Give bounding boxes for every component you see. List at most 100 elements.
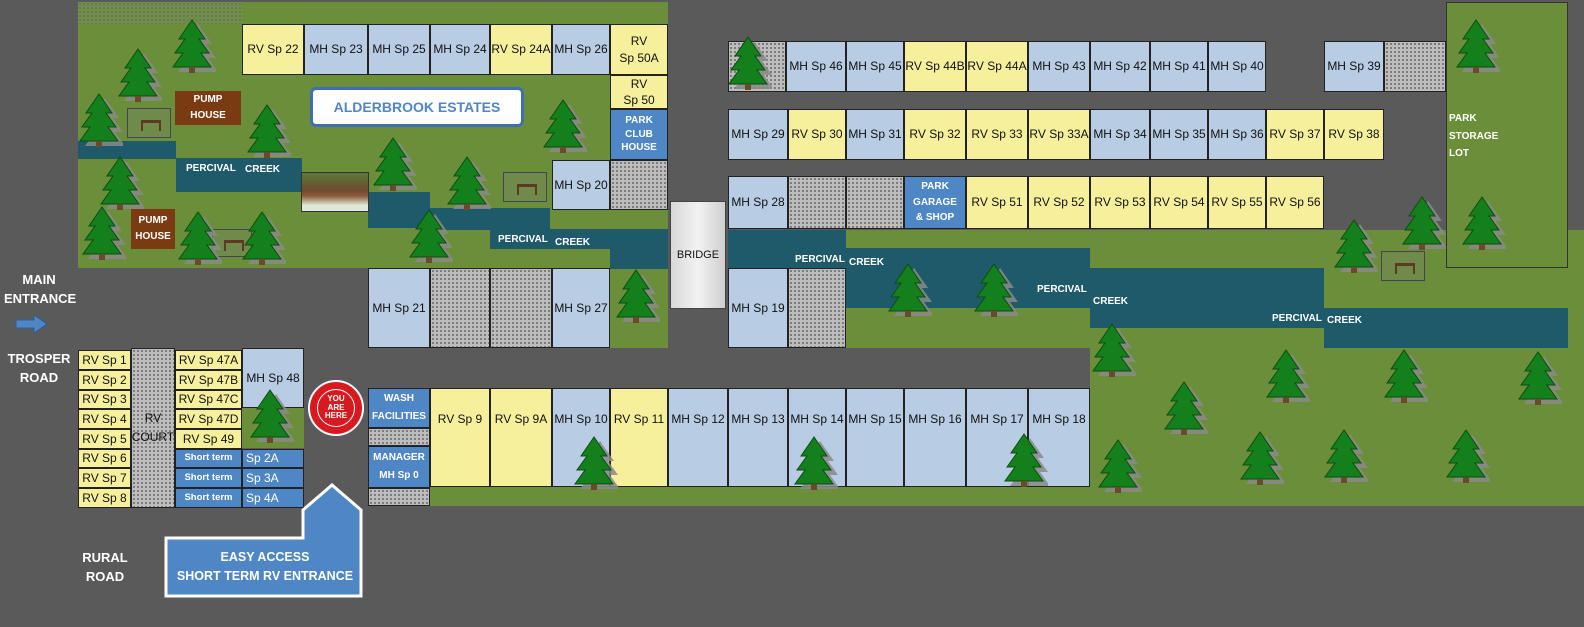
short-term-2a-label[interactable]: Short term <box>175 449 242 468</box>
lot-mh-24[interactable]: MH Sp 24 <box>430 24 490 75</box>
lot-rv-50a[interactable]: RV Sp 50A <box>610 24 668 75</box>
wash-facilities[interactable]: WASH FACILITIES <box>368 388 430 428</box>
lot-mh-16[interactable]: MH Sp 16 <box>904 388 966 487</box>
lot-mh-21[interactable]: MH Sp 21 <box>368 268 430 348</box>
pump-house-north[interactable]: PUMP HOUSE <box>175 91 241 125</box>
lot-rv-51[interactable]: RV Sp 51 <box>966 176 1028 229</box>
lot-mh-36[interactable]: MH Sp 36 <box>1208 109 1266 160</box>
tree-icon <box>728 36 772 90</box>
creek-label-creek: CREEK <box>1327 315 1363 326</box>
lot-rv-56[interactable]: RV Sp 56 <box>1266 176 1324 229</box>
pump-house-south[interactable]: PUMP HOUSE <box>131 209 175 249</box>
lot-rv-47a[interactable]: RV Sp 47A <box>175 350 242 370</box>
lot-mh-35[interactable]: MH Sp 35 <box>1150 109 1208 160</box>
lot-mh-46[interactable]: MH Sp 46 <box>786 41 846 92</box>
lot-mh-42[interactable]: MH Sp 42 <box>1090 41 1150 92</box>
lot-rv-49[interactable]: RV Sp 49 <box>175 429 242 449</box>
lot-rv-47b[interactable]: RV Sp 47B <box>175 370 242 390</box>
lot-mh-34[interactable]: MH Sp 34 <box>1090 109 1150 160</box>
lot-sp-2a[interactable]: Sp 2A <box>242 449 304 468</box>
lot-rv-6[interactable]: RV Sp 6 <box>78 449 131 468</box>
lot-mh-13[interactable]: MH Sp 13 <box>728 388 788 487</box>
tree-icon <box>1446 429 1490 483</box>
tree-icon <box>1092 323 1136 377</box>
tree-icon <box>247 104 291 158</box>
tree-icon <box>1518 351 1562 405</box>
lot-rv-5[interactable]: RV Sp 5 <box>78 429 131 449</box>
bench-photo <box>127 108 171 138</box>
lot-mh-41[interactable]: MH Sp 41 <box>1150 41 1208 92</box>
bridge[interactable]: BRIDGE <box>670 201 726 309</box>
lot-mh-28[interactable]: MH Sp 28 <box>728 176 788 229</box>
lot-mh-25[interactable]: MH Sp 25 <box>368 24 430 75</box>
tree-icon <box>616 269 660 323</box>
lot-rv-55[interactable]: RV Sp 55 <box>1208 176 1266 229</box>
lot-rv-53[interactable]: RV Sp 53 <box>1090 176 1150 229</box>
main-entrance-label: MAIN ENTRANCE <box>4 272 77 306</box>
lot-mh-27[interactable]: MH Sp 27 <box>552 268 610 348</box>
park-club-house[interactable]: PARK CLUB HOUSE <box>610 109 668 160</box>
park-garage-shop[interactable]: PARK GARAGE & SHOP <box>904 176 966 229</box>
you-are-here-marker: YOU ARE HERE <box>308 380 364 436</box>
tree-icon <box>888 263 932 317</box>
lot-rv-8[interactable]: RV Sp 8 <box>78 488 131 508</box>
lot-rv-44b[interactable]: RV Sp 44B <box>904 41 966 92</box>
lot-mh-15[interactable]: MH Sp 15 <box>846 388 904 487</box>
lot-rv-32[interactable]: RV Sp 32 <box>904 109 966 160</box>
tree-icon <box>82 206 126 260</box>
tree-icon <box>1384 349 1428 403</box>
gravel-pad <box>788 176 846 229</box>
creek-label-percival: PERCIVAL <box>1272 313 1322 324</box>
lot-rv-11[interactable]: RV Sp 11 <box>610 388 668 487</box>
footbridge-photo <box>301 172 369 212</box>
lot-rv-47d[interactable]: RV Sp 47D <box>175 409 242 429</box>
gravel-pad <box>368 428 430 446</box>
lot-rv-30[interactable]: RV Sp 30 <box>788 109 846 160</box>
lot-mh-31[interactable]: MH Sp 31 <box>846 109 904 160</box>
lot-mh-26[interactable]: MH Sp 26 <box>552 24 610 75</box>
lot-mh-39[interactable]: MH Sp 39 <box>1324 41 1384 92</box>
manager-office[interactable]: MANAGER MH Sp 0 <box>368 446 430 488</box>
tree-icon <box>974 263 1018 317</box>
lot-mh-40[interactable]: MH Sp 40 <box>1208 41 1266 92</box>
bench-photo <box>503 172 547 202</box>
lot-mh-43[interactable]: MH Sp 43 <box>1028 41 1090 92</box>
tree-icon <box>574 436 618 490</box>
lot-rv-2[interactable]: RV Sp 2 <box>78 370 131 390</box>
tree-icon <box>1240 431 1284 485</box>
lot-rv-37[interactable]: RV Sp 37 <box>1266 109 1324 160</box>
lot-rv-50[interactable]: RV Sp 50 <box>610 75 668 109</box>
lot-rv-54[interactable]: RV Sp 54 <box>1150 176 1208 229</box>
lot-mh-29[interactable]: MH Sp 29 <box>728 109 788 160</box>
creek-label-percival: PERCIVAL <box>795 254 845 265</box>
entrance-arrow-icon <box>15 315 48 333</box>
lot-rv-33a[interactable]: RV Sp 33A <box>1028 109 1090 160</box>
lot-rv-44a[interactable]: RV Sp 44A <box>966 41 1028 92</box>
tree-icon <box>1462 196 1506 250</box>
lot-rv-3[interactable]: RV Sp 3 <box>78 390 131 409</box>
lot-mh-19[interactable]: MH Sp 19 <box>728 268 788 348</box>
lot-rv-9[interactable]: RV Sp 9 <box>430 388 490 487</box>
lot-rv-4[interactable]: RV Sp 4 <box>78 409 131 429</box>
lot-rv-7[interactable]: RV Sp 7 <box>78 468 131 488</box>
lot-rv-9a[interactable]: RV Sp 9A <box>490 388 552 487</box>
lot-rv-47c[interactable]: RV Sp 47C <box>175 390 242 409</box>
park-storage-lot[interactable]: PARK STORAGE LOT <box>1449 110 1498 163</box>
lot-mh-12[interactable]: MH Sp 12 <box>668 388 728 487</box>
creek-label-creek: CREEK <box>849 257 885 268</box>
gravel-pad <box>490 268 552 348</box>
lot-rv-1[interactable]: RV Sp 1 <box>78 350 131 370</box>
lot-rv-24a[interactable]: RV Sp 24A <box>490 24 552 75</box>
rv-court-label: RV COURT <box>131 411 175 445</box>
creek-label-percival: PERCIVAL <box>498 234 548 245</box>
lot-rv-22[interactable]: RV Sp 22 <box>242 24 304 75</box>
tree-icon <box>447 156 491 210</box>
lot-rv-38[interactable]: RV Sp 38 <box>1324 109 1384 160</box>
lot-mh-45[interactable]: MH Sp 45 <box>846 41 904 92</box>
park-map: PERCIVAL CREEK PERCIVAL CREEK PERCIVAL C… <box>0 0 1584 627</box>
lot-mh-23[interactable]: MH Sp 23 <box>304 24 368 75</box>
lot-rv-52[interactable]: RV Sp 52 <box>1028 176 1090 229</box>
lot-mh-20[interactable]: MH Sp 20 <box>552 160 610 210</box>
gravel-pad <box>368 488 430 506</box>
lot-rv-33[interactable]: RV Sp 33 <box>966 109 1028 160</box>
